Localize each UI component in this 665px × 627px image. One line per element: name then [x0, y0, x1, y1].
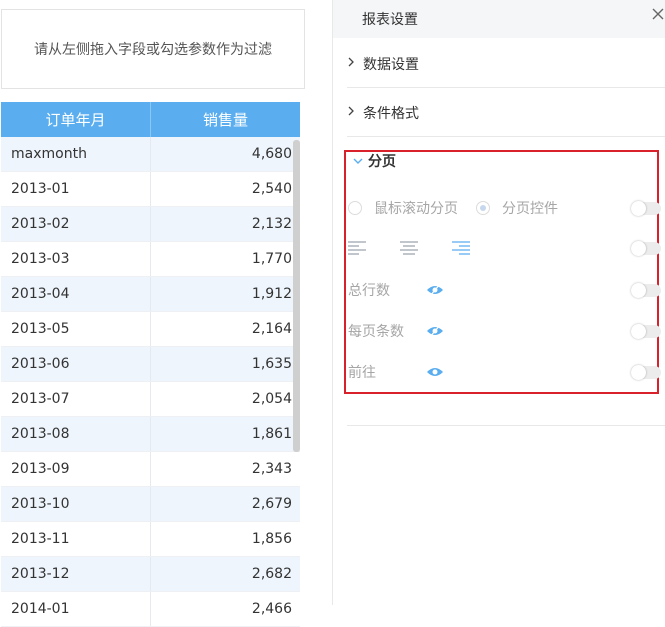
- table-row[interactable]: 2013-12 2,682: [1, 557, 300, 592]
- goto-toggle[interactable]: [631, 364, 661, 380]
- section-data-settings[interactable]: 数据设置: [347, 40, 665, 88]
- cell-order-month: 2013-05: [1, 312, 151, 346]
- cell-order-month: 2013-07: [1, 382, 151, 416]
- table-row[interactable]: 2013-03 1,770: [1, 242, 300, 277]
- column-header-sales[interactable]: 销售量: [151, 102, 300, 137]
- alignment-toggle[interactable]: [631, 240, 661, 256]
- cell-sales: 4,680: [251, 146, 292, 162]
- filter-placeholder: 请从左侧拖入字段或勾选参数作为过滤: [34, 42, 272, 58]
- table-row[interactable]: 2013-07 2,054: [1, 382, 300, 417]
- chevron-right-icon: [347, 56, 357, 72]
- total-rows-row: 总行数: [348, 278, 663, 302]
- table-row[interactable]: 2013-06 1,635: [1, 347, 300, 382]
- cell-order-month: 2013-06: [1, 347, 151, 381]
- column-header-order-month[interactable]: 订单年月: [1, 102, 151, 137]
- section-label: 数据设置: [363, 56, 419, 73]
- align-right-icon[interactable]: [452, 241, 470, 255]
- table-row[interactable]: 2013-04 1,912: [1, 277, 300, 312]
- table-row[interactable]: 2013-09 2,343: [1, 452, 300, 487]
- section-label: 条件格式: [363, 105, 419, 122]
- chevron-down-icon: [352, 154, 363, 169]
- eye-icon[interactable]: [426, 324, 444, 338]
- data-table: 订单年月 销售量 maxmonth 4,680 2013-01 2,540 2013-0…: [1, 102, 300, 627]
- rows-per-page-row: 每页条数: [348, 319, 663, 343]
- cell-order-month: 2013-09: [1, 452, 151, 486]
- table-row[interactable]: 2013-02 2,132: [1, 207, 300, 242]
- cell-sales: 1,856: [251, 531, 292, 547]
- cell-sales: 2,343: [251, 461, 292, 477]
- table-row[interactable]: 2013-05 2,164: [1, 312, 300, 347]
- report-settings-panel: 报表设置 数据设置 条件格式 分页 鼠标滚动分页 分页控件 总行数 每页条数 前…: [333, 0, 665, 605]
- section-pagination[interactable]: 分页: [352, 151, 396, 171]
- table-header: 订单年月 销售量: [1, 102, 300, 137]
- cell-order-month: 2013-01: [1, 172, 151, 206]
- align-center-icon[interactable]: [400, 241, 418, 255]
- cell-sales: 2,682: [251, 566, 292, 582]
- cell-order-month: 2013-08: [1, 417, 151, 451]
- cell-sales: 2,132: [251, 216, 292, 232]
- panel-title: 报表设置: [362, 12, 418, 28]
- paging-control-label: 分页控件: [502, 201, 558, 217]
- cell-order-month: maxmonth: [1, 137, 151, 171]
- align-left-icon[interactable]: [348, 241, 366, 255]
- cell-sales: 1,635: [251, 356, 292, 372]
- cell-order-month: 2014-01: [1, 592, 151, 626]
- goto-label: 前往: [348, 365, 376, 381]
- cell-sales: 2,540: [251, 181, 292, 197]
- table-row[interactable]: 2013-10 2,679: [1, 487, 300, 522]
- panel-header: 报表设置: [333, 0, 665, 38]
- cell-order-month: 2013-02: [1, 207, 151, 241]
- table-row[interactable]: 2013-11 1,856: [1, 522, 300, 557]
- section-conditional-format[interactable]: 条件格式: [347, 89, 665, 137]
- table-scrollbar[interactable]: [293, 140, 300, 452]
- rows-per-page-label: 每页条数: [348, 324, 404, 340]
- cell-sales: 2,054: [251, 391, 292, 407]
- pagination-mode-row: 鼠标滚动分页 分页控件: [348, 196, 663, 220]
- cell-sales: 2,466: [251, 601, 292, 617]
- pagination-toggle[interactable]: [631, 200, 661, 216]
- alignment-row: [348, 236, 663, 260]
- cell-order-month: 2013-12: [1, 557, 151, 591]
- cell-sales: 2,679: [251, 496, 292, 512]
- close-icon[interactable]: [651, 6, 665, 25]
- table-row[interactable]: 2013-08 1,861: [1, 417, 300, 452]
- scroll-paging-label: 鼠标滚动分页: [374, 201, 458, 217]
- radio-paging-control[interactable]: [476, 201, 490, 215]
- cell-sales: 1,861: [251, 426, 292, 442]
- eye-icon[interactable]: [426, 365, 444, 379]
- cell-order-month: 2013-10: [1, 487, 151, 521]
- cell-order-month: 2013-11: [1, 522, 151, 556]
- cell-sales: 1,770: [251, 251, 292, 267]
- cell-order-month: 2013-04: [1, 277, 151, 311]
- table-row[interactable]: 2014-01 2,466: [1, 592, 300, 627]
- section-divider: [347, 425, 665, 426]
- cell-sales: 2,164: [251, 321, 292, 337]
- cell-order-month: 2013-03: [1, 242, 151, 276]
- filter-drop-zone[interactable]: 请从左侧拖入字段或勾选参数作为过滤: [1, 9, 305, 89]
- table-row[interactable]: maxmonth 4,680: [1, 137, 300, 172]
- chevron-right-icon: [347, 105, 357, 121]
- total-rows-toggle[interactable]: [631, 282, 661, 298]
- rows-per-page-toggle[interactable]: [631, 323, 661, 339]
- table-body: maxmonth 4,680 2013-01 2,540 2013-02 2,132 201…: [1, 137, 300, 627]
- radio-scroll-paging[interactable]: [348, 201, 362, 215]
- goto-row: 前往: [348, 360, 663, 384]
- cell-sales: 1,912: [251, 286, 292, 302]
- report-canvas: 请从左侧拖入字段或勾选参数作为过滤 订单年月 销售量 maxmonth 4,680…: [0, 0, 332, 627]
- total-rows-label: 总行数: [348, 283, 390, 299]
- eye-icon[interactable]: [426, 283, 444, 297]
- pagination-highlight-box: [344, 150, 659, 394]
- table-row[interactable]: 2013-01 2,540: [1, 172, 300, 207]
- pagination-title: 分页: [368, 154, 396, 170]
